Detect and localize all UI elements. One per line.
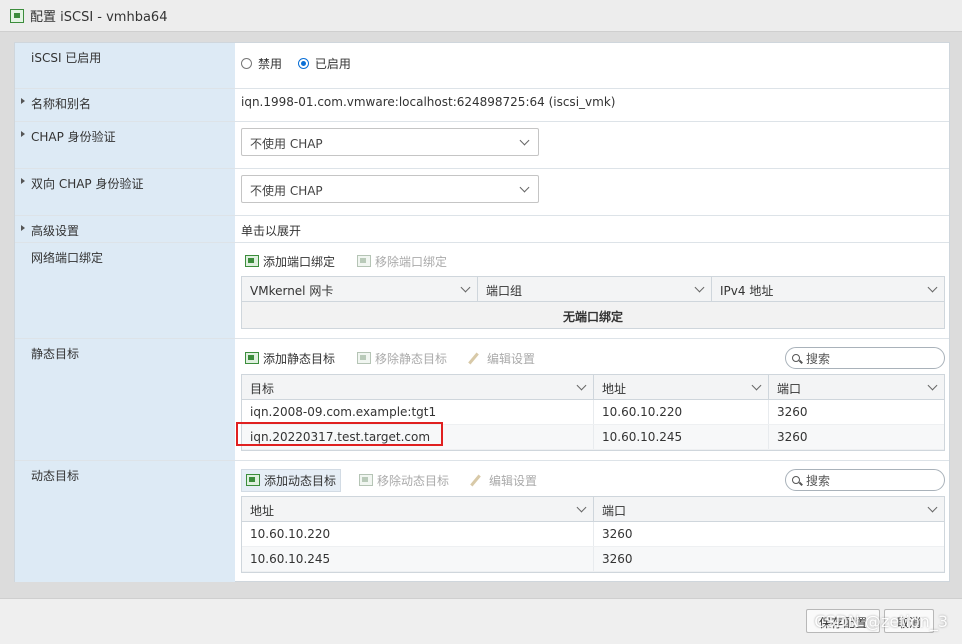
chap-select-value: 不使用 CHAP	[250, 137, 323, 151]
mutual-chap-select-value: 不使用 CHAP	[250, 184, 323, 198]
table-row[interactable]: 10.60.10.245 3260	[242, 547, 944, 572]
expand-arrow-icon[interactable]	[21, 98, 25, 104]
radio-disable-label: 禁用	[258, 57, 283, 71]
chevron-down-icon[interactable]	[927, 282, 938, 293]
row-dynamic-targets: 动态目标 添加动态目标 移除动态目标 编辑设置 搜索 地址 端口 10.60.1…	[15, 461, 949, 582]
edit-settings-button[interactable]: 编辑设置	[465, 348, 539, 369]
remove-port-binding-icon	[357, 255, 372, 267]
radio-disable[interactable]: 禁用	[241, 55, 282, 72]
add-dynamic-target-button[interactable]: 添加动态目标	[241, 468, 342, 492]
chevron-down-icon	[519, 182, 530, 193]
column-header-vmkernel[interactable]: VMkernel 网卡	[242, 277, 478, 301]
chap-select[interactable]: 不使用 CHAP	[241, 128, 539, 156]
table-row[interactable]: 10.60.10.220 3260	[242, 522, 944, 547]
advanced-label: 高级设置	[31, 224, 80, 238]
radio-enable[interactable]: 已启用	[297, 55, 351, 72]
column-header-target[interactable]: 目标	[242, 375, 594, 399]
config-panel: iSCSI 已启用 禁用 已启用 名称和别名 iqn.1998-01.com.v…	[14, 42, 950, 582]
chevron-down-icon[interactable]	[460, 282, 471, 293]
column-header-address[interactable]: 地址	[594, 375, 769, 399]
port-binding-label: 网络端口绑定	[15, 243, 235, 338]
mutual-chap-select[interactable]: 不使用 CHAP	[241, 175, 539, 203]
chevron-down-icon[interactable]	[927, 502, 938, 513]
row-chap: CHAP 身份验证 不使用 CHAP	[15, 122, 949, 169]
name-alias-label: 名称和别名	[31, 97, 92, 111]
title-bar: 配置 iSCSI - vmhba64	[0, 0, 962, 32]
add-port-binding-button[interactable]: 添加端口绑定	[241, 251, 339, 272]
column-header-ipv4[interactable]: IPv4 地址	[712, 277, 944, 301]
iscsi-enabled-label: iSCSI 已启用	[15, 43, 235, 88]
add-static-target-button[interactable]: 添加静态目标	[241, 348, 339, 369]
add-dynamic-target-icon	[246, 474, 260, 486]
column-header-port[interactable]: 端口	[594, 497, 944, 521]
dynamic-targets-grid: 地址 端口 10.60.10.220 3260 10.60.10.245 326…	[241, 496, 945, 573]
expand-arrow-icon[interactable]	[21, 225, 25, 231]
expand-arrow-icon[interactable]	[21, 131, 25, 137]
row-mutual-chap: 双向 CHAP 身份验证 不使用 CHAP	[15, 169, 949, 216]
remove-static-target-button[interactable]: 移除静态目标	[353, 348, 451, 369]
chevron-down-icon[interactable]	[694, 282, 705, 293]
chap-label: CHAP 身份验证	[31, 130, 116, 144]
dynamic-targets-label: 动态目标	[15, 461, 235, 582]
chevron-down-icon[interactable]	[751, 380, 762, 391]
edit-settings-button[interactable]: 编辑设置	[467, 470, 541, 491]
row-name-alias[interactable]: 名称和别名 iqn.1998-01.com.vmware:localhost:6…	[15, 89, 949, 122]
advanced-value: 单击以展开	[241, 224, 302, 238]
search-icon	[792, 476, 800, 484]
radio-enable-label: 已启用	[314, 57, 351, 71]
port-binding-grid: VMkernel 网卡 端口组 IPv4 地址 无端口绑定	[241, 276, 945, 329]
empty-message: 无端口绑定	[242, 302, 944, 328]
watermark: CSDN @zetion_3	[814, 612, 948, 631]
static-search-input[interactable]: 搜索	[785, 347, 945, 369]
row-static-targets: 静态目标 添加静态目标 移除静态目标 编辑设置 搜索 目标 地址 端口 iqn.…	[15, 339, 949, 461]
static-targets-label: 静态目标	[15, 339, 235, 460]
iscsi-config-icon	[10, 8, 24, 23]
name-alias-value: iqn.1998-01.com.vmware:localhost:6248987…	[241, 95, 616, 109]
column-header-address[interactable]: 地址	[242, 497, 594, 521]
chevron-down-icon[interactable]	[576, 380, 587, 391]
radio-enable-dot[interactable]	[297, 58, 309, 69]
chevron-down-icon	[519, 135, 530, 146]
expand-arrow-icon[interactable]	[21, 178, 25, 184]
column-header-port[interactable]: 端口	[769, 375, 944, 399]
remove-static-target-icon	[357, 352, 372, 364]
radio-disable-dot[interactable]	[241, 58, 252, 69]
column-header-portgroup[interactable]: 端口组	[478, 277, 712, 301]
mutual-chap-label: 双向 CHAP 身份验证	[31, 177, 144, 191]
highlight-box	[236, 422, 443, 446]
add-static-target-icon	[245, 352, 259, 364]
pencil-icon	[471, 474, 485, 486]
remove-port-binding-button[interactable]: 移除端口绑定	[353, 251, 451, 272]
chevron-down-icon[interactable]	[927, 380, 938, 391]
remove-dynamic-target-button[interactable]: 移除动态目标	[355, 470, 453, 491]
row-port-binding: 网络端口绑定 添加端口绑定 移除端口绑定 VMkernel 网卡 端口组 IPv…	[15, 243, 949, 339]
add-port-binding-icon	[245, 255, 259, 267]
row-advanced[interactable]: 高级设置 单击以展开	[15, 216, 949, 243]
pencil-icon	[469, 352, 483, 364]
row-iscsi-enabled: iSCSI 已启用 禁用 已启用	[15, 43, 949, 89]
dynamic-search-input[interactable]: 搜索	[785, 469, 945, 491]
search-icon	[792, 354, 800, 362]
remove-dynamic-target-icon	[359, 474, 374, 486]
window-title: 配置 iSCSI - vmhba64	[30, 10, 168, 25]
chevron-down-icon[interactable]	[576, 502, 587, 513]
